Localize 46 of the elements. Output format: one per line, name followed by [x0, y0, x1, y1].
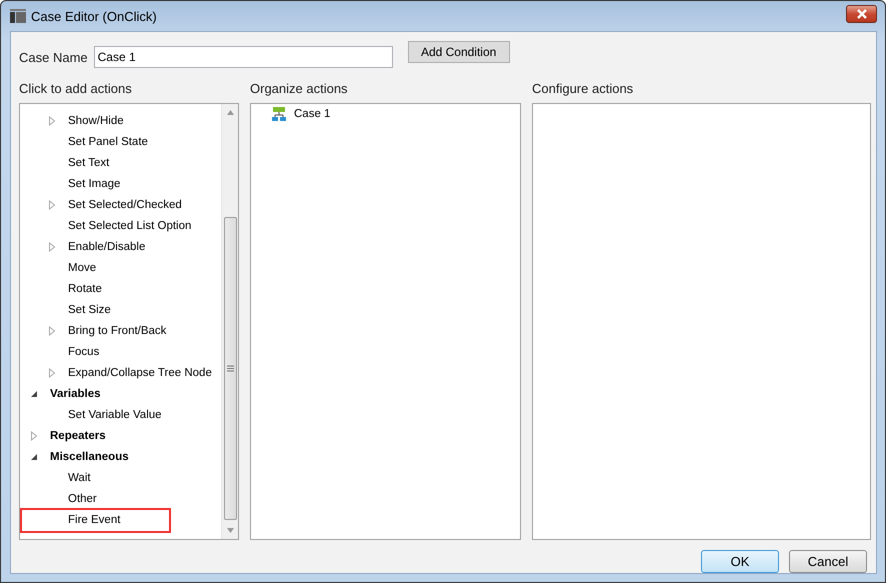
collapsed-triangle-icon[interactable] — [48, 116, 56, 126]
add-condition-button[interactable]: Add Condition — [408, 41, 510, 63]
cancel-button[interactable]: Cancel — [789, 550, 867, 573]
expanded-triangle-icon[interactable] — [30, 452, 38, 462]
action-item[interactable]: Enable/Disable — [66, 240, 148, 254]
panel-title: Organize actions — [250, 81, 349, 97]
action-group[interactable]: Miscellaneous — [48, 450, 131, 464]
action-item[interactable]: Move — [66, 260, 98, 274]
panel-title: Click to add actions — [19, 81, 133, 97]
tree-structure-icon — [272, 107, 286, 121]
action-item[interactable]: Set Selected List Option — [66, 218, 194, 232]
action-item[interactable]: Show/Hide — [66, 114, 126, 128]
action-item[interactable]: Expand/Collapse Tree Node — [66, 366, 214, 380]
action-item[interactable]: Wait — [66, 470, 93, 484]
action-group[interactable]: Variables — [48, 386, 103, 400]
collapsed-triangle-icon[interactable] — [48, 326, 56, 336]
action-item[interactable]: Set Selected/Checked — [66, 198, 184, 212]
action-item[interactable]: Set Text — [66, 156, 112, 170]
expanded-triangle-icon[interactable] — [30, 388, 38, 398]
action-item[interactable]: Rotate — [66, 282, 104, 296]
close-button[interactable] — [846, 5, 877, 23]
action-group[interactable]: Repeaters — [48, 428, 108, 442]
action-item[interactable]: Set Panel State — [66, 134, 150, 148]
scroll-up-icon[interactable] — [226, 110, 234, 115]
scroll-down-icon[interactable] — [226, 528, 234, 533]
action-item[interactable]: Set Image — [66, 176, 122, 190]
ok-button[interactable]: OK — [701, 550, 779, 573]
grip-icon — [226, 365, 234, 372]
close-icon — [856, 9, 868, 19]
case-item[interactable]: Case 1 — [292, 107, 332, 121]
window-title: Case Editor (OnClick) — [31, 8, 158, 24]
action-item[interactable]: Focus — [66, 344, 102, 358]
case-name-label: Case Name — [19, 50, 88, 64]
panel-title: Configure actions — [532, 81, 634, 97]
action-item[interactable]: Bring to Front/Back — [66, 324, 168, 338]
collapsed-triangle-icon[interactable] — [48, 200, 56, 210]
action-item[interactable]: Set Size — [66, 302, 113, 316]
action-item[interactable]: Other — [66, 492, 99, 506]
action-item[interactable]: Fire Event — [66, 512, 122, 526]
scrollbar[interactable] — [221, 104, 238, 539]
case-name-field[interactable]: Case 1 — [94, 46, 393, 68]
window-app-icon — [10, 9, 26, 23]
action-item[interactable]: Set Variable Value — [66, 408, 164, 422]
collapsed-triangle-icon[interactable] — [48, 242, 56, 252]
collapsed-triangle-icon[interactable] — [48, 368, 56, 378]
collapsed-triangle-icon[interactable] — [30, 430, 38, 440]
